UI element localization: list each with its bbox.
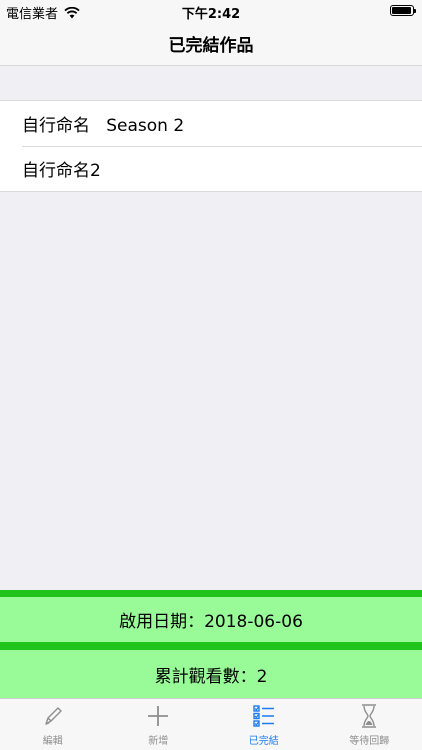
list-item-label: 自行命名 Season 2: [22, 116, 185, 136]
status-time: 下午2:42: [181, 7, 241, 22]
start-date-text: 啟用日期：2018-06-06: [119, 612, 303, 632]
pencil-icon: [45, 707, 62, 725]
tab-finished[interactable]: 已完結: [211, 699, 317, 750]
list-item-label: 自行命名2: [22, 161, 101, 181]
battery-icon: [390, 5, 416, 16]
start-date-banner: 啟用日期：2018-06-06: [0, 590, 422, 650]
tab-add[interactable]: 新增: [106, 699, 212, 750]
list-item[interactable]: 自行命名 Season 2: [0, 101, 422, 146]
page-title: 已完結作品: [168, 36, 254, 56]
view-count-banner: 累計觀看數：2: [0, 650, 422, 698]
finished-works-list: 自行命名 Season 2 自行命名2: [0, 100, 422, 192]
tab-label: 等待回歸: [349, 736, 390, 747]
view-count-text: 累計觀看數：2: [154, 666, 268, 687]
tab-edit[interactable]: 編輯: [0, 699, 106, 750]
tab-label: 新增: [148, 736, 169, 747]
tab-label: 編輯: [42, 736, 63, 747]
tab-label: 已完結: [248, 736, 279, 747]
tab-bar: 編輯 新增 已完結 等待回歸: [0, 698, 422, 750]
tab-waiting[interactable]: 等待回歸: [317, 699, 422, 750]
navigation-bar: 已完結作品: [0, 22, 422, 66]
plus-icon: [148, 706, 169, 726]
hourglass-icon: [362, 704, 377, 728]
checklist-icon: [253, 705, 274, 727]
list-item[interactable]: 自行命名2: [0, 146, 422, 191]
status-bar: 電信業者 下午2:42: [0, 0, 422, 22]
